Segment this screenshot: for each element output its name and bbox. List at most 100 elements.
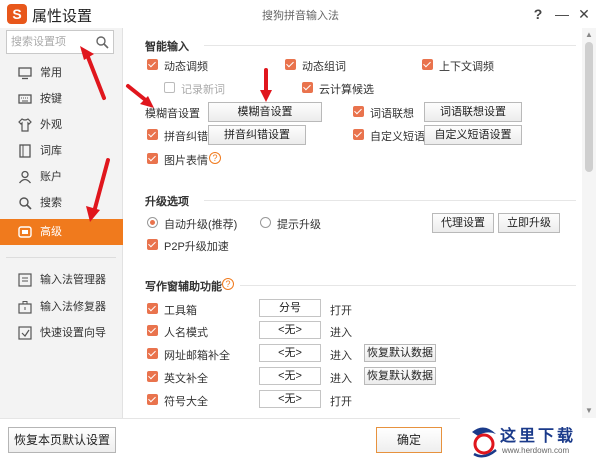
association-settings-button[interactable]: 词语联想设置 [424, 102, 522, 122]
help-icon[interactable]: ? [222, 278, 234, 290]
title-bar: S 属性设置 搜狗拼音输入法 ? — ✕ [0, 0, 600, 28]
section-title-upgrade: 升级选项 [145, 196, 189, 208]
label-name-mode: 人名模式 [164, 327, 208, 339]
wizard-icon [18, 326, 32, 340]
sidebar-item-keys[interactable]: 按键 [0, 86, 123, 112]
minimize-button[interactable]: — [552, 4, 572, 24]
label-fuzzy: 模糊音设置 [145, 108, 200, 120]
radio-auto-upgrade[interactable] [147, 217, 158, 228]
sogou-logo: S [7, 4, 27, 24]
pinyin-correction-settings-button[interactable]: 拼音纠错设置 [208, 125, 306, 145]
watermark-url: www.herdown.com [502, 446, 570, 455]
action-label: 进入 [330, 373, 352, 385]
label-prompt-upgrade: 提示升级 [277, 219, 321, 231]
hotkey-field-english[interactable]: <无> [259, 367, 321, 385]
label-dynamic-freq: 动态调频 [164, 61, 208, 73]
shirt-icon [18, 118, 32, 132]
checkbox-english-complete[interactable] [147, 371, 158, 382]
help-icon[interactable]: ? [209, 152, 221, 164]
search-icon [19, 197, 32, 210]
restore-default-data-button[interactable]: 恢复默认数据 [364, 367, 436, 385]
label-english-complete: 英文补全 [164, 373, 208, 385]
hotkey-field-symbols[interactable]: <无> [259, 390, 321, 408]
book-icon [19, 144, 31, 158]
checkbox-custom-phrase[interactable] [353, 129, 364, 140]
search-icon[interactable] [95, 35, 109, 49]
label-association: 词语联想 [370, 108, 414, 120]
sidebar-divider [6, 257, 116, 258]
scroll-thumb[interactable] [585, 42, 593, 172]
restore-default-data-button[interactable]: 恢复默认数据 [364, 344, 436, 362]
proxy-settings-button[interactable]: 代理设置 [432, 213, 494, 233]
action-label: 打开 [330, 305, 352, 317]
label-dynamic-phrase: 动态组词 [302, 61, 346, 73]
action-label: 打开 [330, 396, 352, 408]
label-record-new-words: 记录新词 [181, 84, 225, 96]
scrollbar[interactable]: ▲ ▼ [582, 28, 596, 418]
search-input[interactable] [11, 34, 95, 50]
sidebar-item-common[interactable]: 常用 [0, 60, 123, 86]
sidebar-item-advanced[interactable]: 高级 [0, 219, 123, 245]
radio-prompt-upgrade[interactable] [260, 217, 271, 228]
sidebar-item-label: 账户 [40, 171, 62, 183]
checkbox-dynamic-phrase[interactable] [285, 59, 296, 70]
checkbox-p2p[interactable] [147, 239, 158, 250]
section-divider [204, 200, 576, 201]
window-title: 属性设置 [32, 8, 93, 25]
scroll-down-icon[interactable]: ▼ [584, 406, 594, 416]
list-icon [18, 273, 32, 287]
keyboard-icon [18, 94, 32, 104]
custom-phrase-settings-button[interactable]: 自定义短语设置 [424, 125, 522, 145]
app-name: 搜狗拼音输入法 [262, 10, 339, 22]
sidebar-item-search[interactable]: 搜索 [0, 190, 123, 216]
scroll-up-icon[interactable]: ▲ [584, 30, 594, 40]
section-title-writing: 写作窗辅助功能 [145, 281, 222, 293]
checkbox-url-email-complete[interactable] [147, 348, 158, 359]
hotkey-field-name-mode[interactable]: <无> [259, 321, 321, 339]
checkbox-symbols[interactable] [147, 394, 158, 405]
checkbox-name-mode[interactable] [147, 325, 158, 336]
label-symbols: 符号大全 [164, 396, 208, 408]
sidebar-item-ime-repair[interactable]: 输入法修复器 [0, 294, 123, 320]
label-toolbox: 工具箱 [164, 305, 197, 317]
hotkey-field-url-email[interactable]: <无> [259, 344, 321, 362]
restore-page-defaults-button[interactable]: 恢复本页默认设置 [8, 427, 116, 453]
user-icon [18, 170, 32, 184]
label-custom-phrase: 自定义短语 [370, 131, 425, 143]
sidebar-item-account[interactable]: 账户 [0, 164, 123, 190]
checkbox-dynamic-freq[interactable] [147, 59, 158, 70]
label-auto-upgrade: 自动升级(推荐) [164, 219, 238, 231]
checkbox-picture-expression[interactable] [147, 153, 158, 164]
sidebar-item-label: 输入法修复器 [40, 301, 106, 313]
advanced-icon [18, 226, 32, 238]
sidebar-item-label: 外观 [40, 119, 62, 131]
sidebar-item-setup-wizard[interactable]: 快速设置向导 [0, 320, 123, 346]
monitor-icon [18, 67, 32, 80]
fuzzy-settings-button[interactable]: 模糊音设置 [208, 102, 322, 122]
checkbox-record-new-words[interactable] [164, 82, 175, 93]
checkbox-cloud-candidate[interactable] [302, 82, 313, 93]
section-title-smart-input: 智能输入 [145, 41, 189, 53]
sidebar-item-label: 词库 [40, 145, 62, 157]
close-button[interactable]: ✕ [574, 4, 594, 24]
checkbox-toolbox[interactable] [147, 303, 158, 314]
checkbox-context-freq[interactable] [422, 59, 433, 70]
action-label: 进入 [330, 350, 352, 362]
toolbox-icon [18, 301, 32, 314]
sidebar-item-label: 高级 [40, 226, 62, 238]
sidebar-item-ime-manager[interactable]: 输入法管理器 [0, 267, 123, 293]
watermark-text: 这里下载 [500, 426, 577, 445]
upgrade-now-button[interactable]: 立即升级 [498, 213, 560, 233]
hotkey-field-toolbox[interactable]: 分号 [259, 299, 321, 317]
help-button[interactable]: ? [528, 4, 548, 24]
sidebar-item-label: 输入法管理器 [40, 274, 106, 286]
section-divider [204, 45, 576, 46]
sidebar: 常用 按键 外观 词库 账户 搜索 高级 输入法管理器 输入法修复器 快速设置向… [0, 28, 123, 418]
checkbox-pinyin-correction[interactable] [147, 129, 158, 140]
watermark-logo-icon [472, 427, 497, 458]
sidebar-item-dictionary[interactable]: 词库 [0, 138, 123, 164]
checkbox-association[interactable] [353, 106, 364, 117]
ok-button[interactable]: 确定 [376, 427, 442, 453]
settings-search[interactable] [6, 30, 114, 54]
sidebar-item-appearance[interactable]: 外观 [0, 112, 123, 138]
